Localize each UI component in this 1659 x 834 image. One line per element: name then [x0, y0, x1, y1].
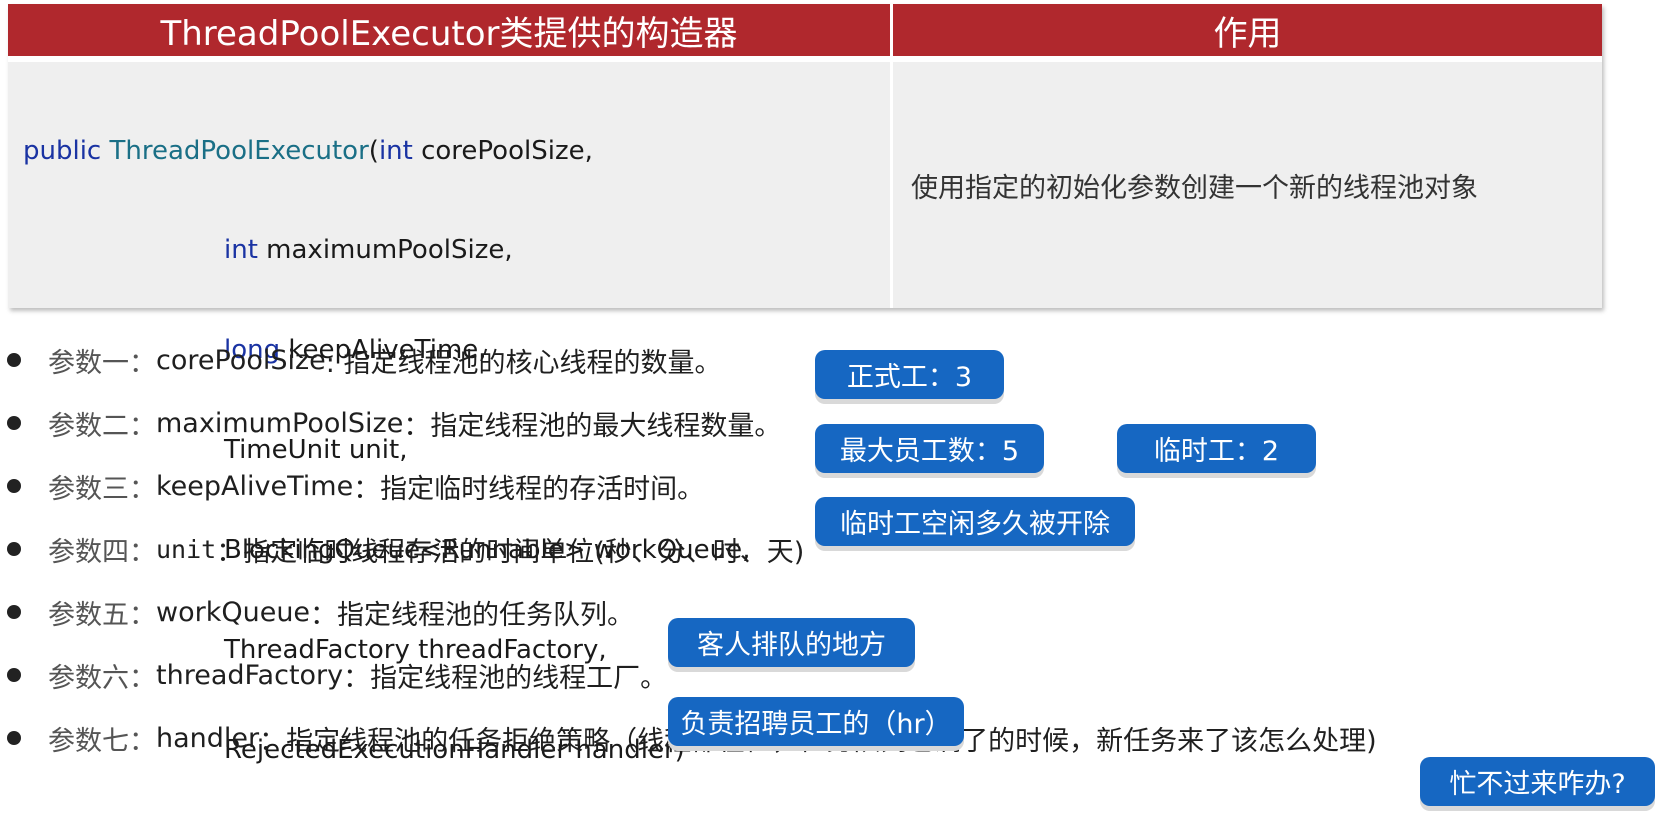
param-name: unit — [156, 534, 217, 564]
param-desc: ：指定线程池的线程工厂。 — [343, 662, 668, 694]
param-desc: ：指定线程池的任务队列。 — [310, 599, 635, 631]
code-paren: ( — [368, 135, 379, 166]
constructor-table: ThreadPoolExecutor类提供的构造器 作用 public Thre… — [8, 4, 1602, 765]
bullet-icon — [7, 353, 21, 367]
badge-max-employees: 最大员工数：5 — [815, 424, 1044, 473]
description-cell: 使用指定的初始化参数创建一个新的线程池对象 — [893, 62, 1602, 308]
list-item: 参数二： maximumPoolSize ：指定线程池的最大线程数量。 — [0, 403, 781, 443]
bullet-icon — [7, 605, 21, 619]
param-label: 参数七： — [48, 725, 156, 757]
param-desc: : 指定线程池的核心线程的数量。 — [325, 347, 722, 379]
param-label: 参数六： — [48, 662, 156, 694]
table-header-purpose: 作用 — [893, 4, 1602, 56]
bullet-icon — [7, 479, 21, 493]
constructor-description: 使用指定的初始化参数创建一个新的线程池对象 — [911, 172, 1478, 204]
param-name: handler — [156, 722, 260, 754]
code-type: int — [224, 235, 258, 266]
param-desc: ：指定临时线程存活的时间单位(秒、分、时、天) — [216, 536, 805, 568]
param-label: 参数二： — [48, 410, 156, 442]
code-line-2: int maximumPoolSize, — [23, 234, 750, 267]
param-name: workQueue — [156, 596, 311, 628]
param-name: corePoolSize — [156, 344, 326, 376]
code-class-name: ThreadPoolExecutor — [109, 135, 369, 166]
bullet-icon — [7, 416, 21, 430]
param-desc: ：指定临时线程的存活时间。 — [353, 473, 705, 505]
param-label: 参数五： — [48, 599, 156, 631]
list-item: 参数一： corePoolSize : 指定线程池的核心线程的数量。 — [0, 340, 721, 380]
badge-too-busy: 忙不过来咋办? — [1420, 757, 1655, 806]
badge-hr: 负责招聘员工的（hr） — [668, 697, 964, 746]
param-name: keepAliveTime — [156, 470, 354, 502]
code-param: maximumPoolSize, — [257, 235, 513, 266]
list-item: 参数六： threadFactory ：指定线程池的线程工厂。 — [0, 655, 667, 695]
param-name: threadFactory — [156, 659, 344, 691]
code-param: corePoolSize, — [412, 135, 593, 166]
list-item: 参数三： keepAliveTime ：指定临时线程的存活时间。 — [0, 466, 704, 506]
constructor-code-cell: public ThreadPoolExecutor(int corePoolSi… — [8, 62, 890, 765]
bullet-icon — [7, 668, 21, 682]
code-type: int — [378, 135, 413, 166]
param-label: 参数四： — [48, 536, 156, 568]
param-label: 参数三： — [48, 473, 156, 505]
code-line-1: public ThreadPoolExecutor(int corePoolSi… — [23, 135, 750, 168]
badge-temp-workers: 临时工：2 — [1117, 424, 1316, 473]
code-keyword: public — [23, 135, 110, 166]
list-item: 参数五： workQueue ：指定线程池的任务队列。 — [0, 592, 634, 632]
param-desc: ：指定线程池的最大线程数量。 — [403, 410, 782, 442]
param-name: maximumPoolSize — [156, 407, 404, 439]
table-header-constructor: ThreadPoolExecutor类提供的构造器 — [8, 4, 890, 56]
bullet-icon — [7, 542, 21, 556]
badge-temp-idle: 临时工空闲多久被开除 — [815, 497, 1135, 546]
list-item: 参数四： unit ：指定临时线程存活的时间单位(秒、分、时、天) — [0, 529, 804, 569]
badge-formal-workers: 正式工：3 — [815, 350, 1004, 399]
bullet-icon — [7, 731, 21, 745]
param-label: 参数一： — [48, 347, 156, 379]
badge-customer-queue: 客人排队的地方 — [668, 618, 915, 667]
